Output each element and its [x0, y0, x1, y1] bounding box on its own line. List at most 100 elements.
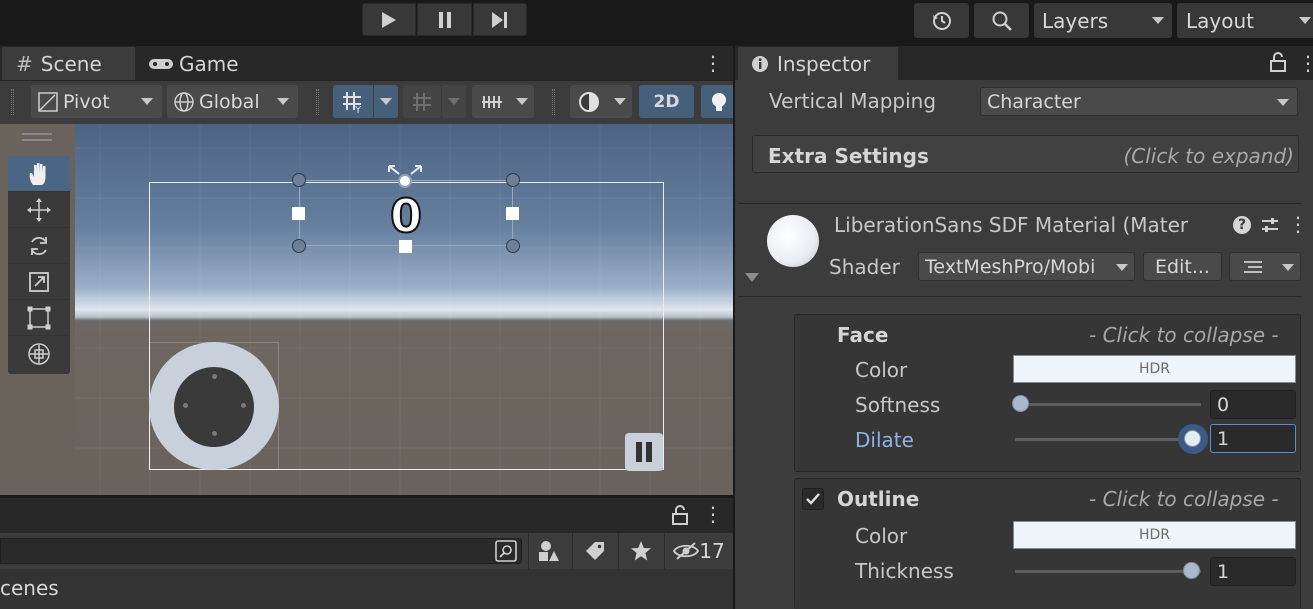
drag-handle-icon[interactable]: [552, 89, 555, 115]
hidden-packages-button[interactable]: 17: [664, 533, 733, 569]
lighting-toggle[interactable]: [701, 85, 733, 118]
outline-color-field[interactable]: HDR: [1013, 521, 1296, 549]
chevron-down-icon: [1299, 17, 1311, 24]
history-button[interactable]: [914, 3, 969, 38]
face-color-field[interactable]: HDR: [1013, 355, 1296, 383]
rotate-tool-button[interactable]: [8, 228, 70, 264]
material-options-dropdown[interactable]: [1229, 252, 1301, 281]
outline-enable-checkbox[interactable]: [802, 488, 824, 510]
project-more-icon[interactable]: ⋮: [703, 503, 723, 525]
layers-label: Layers: [1042, 8, 1109, 33]
shader-label: Shader: [829, 255, 900, 279]
face-collapse-hint[interactable]: - Click to collapse -: [1089, 323, 1279, 347]
grid-snap-dropdown[interactable]: [374, 85, 398, 118]
increment-snap-button[interactable]: [472, 85, 534, 118]
draw-mode-dropdown[interactable]: [570, 85, 632, 118]
grid-visibility-dropdown[interactable]: [442, 85, 466, 118]
pause-button[interactable]: [417, 3, 472, 36]
pivot-label: Pivot: [63, 90, 110, 113]
drag-handle-icon[interactable]: [11, 89, 14, 115]
grid-icon: #: [16, 51, 33, 76]
eye-slash-icon: [673, 542, 700, 560]
softness-slider-track[interactable]: [1015, 403, 1201, 406]
lock-icon[interactable]: [1269, 52, 1287, 72]
corner-handle[interactable]: [292, 173, 306, 187]
grid-visibility-button[interactable]: [403, 85, 441, 118]
material-more-icon[interactable]: ⋮: [1288, 213, 1308, 235]
transform-tool-button[interactable]: [8, 336, 70, 372]
tab-game[interactable]: Game: [148, 47, 258, 80]
search-by-type-icon[interactable]: [494, 539, 518, 563]
game-pause-button[interactable]: [625, 433, 663, 471]
search-button[interactable]: [974, 3, 1029, 38]
global-dropdown[interactable]: Global: [167, 85, 298, 118]
info-icon: [752, 55, 768, 72]
drag-handle-icon[interactable]: [316, 89, 319, 115]
face-title[interactable]: Face: [837, 323, 888, 347]
counter-text[interactable]: 0: [384, 188, 428, 244]
move-tool-button[interactable]: [8, 192, 70, 228]
scene-more-icon[interactable]: ⋮: [703, 52, 723, 74]
project-scenes-row[interactable]: cenes: [0, 569, 733, 609]
favorites-button[interactable]: [618, 533, 662, 569]
corner-handle[interactable]: [506, 173, 520, 187]
lock-icon[interactable]: [671, 505, 689, 525]
chevron-down-icon: [277, 98, 289, 105]
mode-2d-label: 2D: [653, 91, 680, 112]
step-icon: [492, 11, 507, 28]
grid-snap-icon: Y: [343, 91, 362, 114]
filter-label-button[interactable]: [572, 533, 616, 569]
corner-handle[interactable]: [292, 239, 306, 253]
edge-handle[interactable]: [292, 207, 305, 220]
edge-handle[interactable]: [506, 207, 519, 220]
thickness-input[interactable]: 1: [1210, 557, 1296, 586]
extra-settings-hint: (Click to expand): [1123, 144, 1294, 168]
grid-snap-button[interactable]: Y: [333, 85, 373, 118]
tab-inspector[interactable]: Inspector: [738, 47, 898, 80]
scale-tool-button[interactable]: [8, 264, 70, 300]
tab-scene[interactable]: # Scene: [2, 47, 135, 80]
pause-icon: [636, 442, 652, 462]
view-tool-button[interactable]: [8, 156, 70, 192]
layout-label: Layout: [1186, 8, 1254, 33]
gamepad-icon: [149, 58, 173, 69]
thickness-slider-track[interactable]: [1015, 570, 1201, 573]
chevron-down-icon: [1282, 264, 1294, 271]
tab-inspector-label: Inspector: [777, 51, 871, 76]
dilate-input[interactable]: 1: [1210, 424, 1296, 453]
help-icon[interactable]: ?: [1233, 216, 1251, 234]
dilate-slider-knob[interactable]: [1184, 430, 1201, 447]
rect-tool-button[interactable]: [8, 300, 70, 336]
inspector-scrollbar[interactable]: [1301, 82, 1313, 609]
layers-dropdown[interactable]: Layers: [1034, 3, 1172, 38]
chevron-down-icon: [1116, 264, 1128, 271]
step-button[interactable]: [473, 3, 527, 36]
chevron-down-icon: [614, 98, 626, 105]
scenes-label: cenes: [0, 576, 59, 600]
toolbar-grip-icon[interactable]: [22, 133, 52, 141]
extra-settings-foldout[interactable]: Extra Settings (Click to expand): [752, 135, 1299, 173]
outline-title[interactable]: Outline: [837, 487, 919, 511]
inspector-more-icon[interactable]: ⋮: [1298, 52, 1313, 74]
pivot-dropdown[interactable]: Pivot: [31, 85, 162, 118]
shader-dropdown[interactable]: TextMeshPro/Mobi: [918, 252, 1135, 281]
presets-icon[interactable]: [1260, 216, 1280, 234]
vertical-mapping-dropdown[interactable]: Character: [980, 87, 1298, 116]
foldout-arrow-icon[interactable]: [745, 273, 759, 282]
play-icon: [382, 11, 396, 28]
globe-icon: [174, 91, 194, 112]
scene-viewport[interactable]: 0: [75, 124, 733, 495]
softness-input[interactable]: 0: [1210, 390, 1296, 419]
mode-2d-toggle[interactable]: 2D: [639, 85, 694, 118]
tab-scene-label: Scene: [40, 51, 102, 76]
outline-collapse-hint[interactable]: - Click to collapse -: [1089, 487, 1279, 511]
edit-shader-button[interactable]: Edit...: [1143, 252, 1222, 281]
dilate-slider-track[interactable]: [1015, 438, 1201, 441]
filter-type-button[interactable]: [528, 533, 568, 569]
play-button[interactable]: [362, 3, 416, 36]
thickness-slider-knob[interactable]: [1183, 562, 1200, 579]
corner-handle[interactable]: [506, 239, 520, 253]
project-search-input[interactable]: [0, 538, 522, 564]
softness-slider-knob[interactable]: [1012, 395, 1029, 412]
layout-dropdown[interactable]: Layout: [1177, 3, 1313, 38]
